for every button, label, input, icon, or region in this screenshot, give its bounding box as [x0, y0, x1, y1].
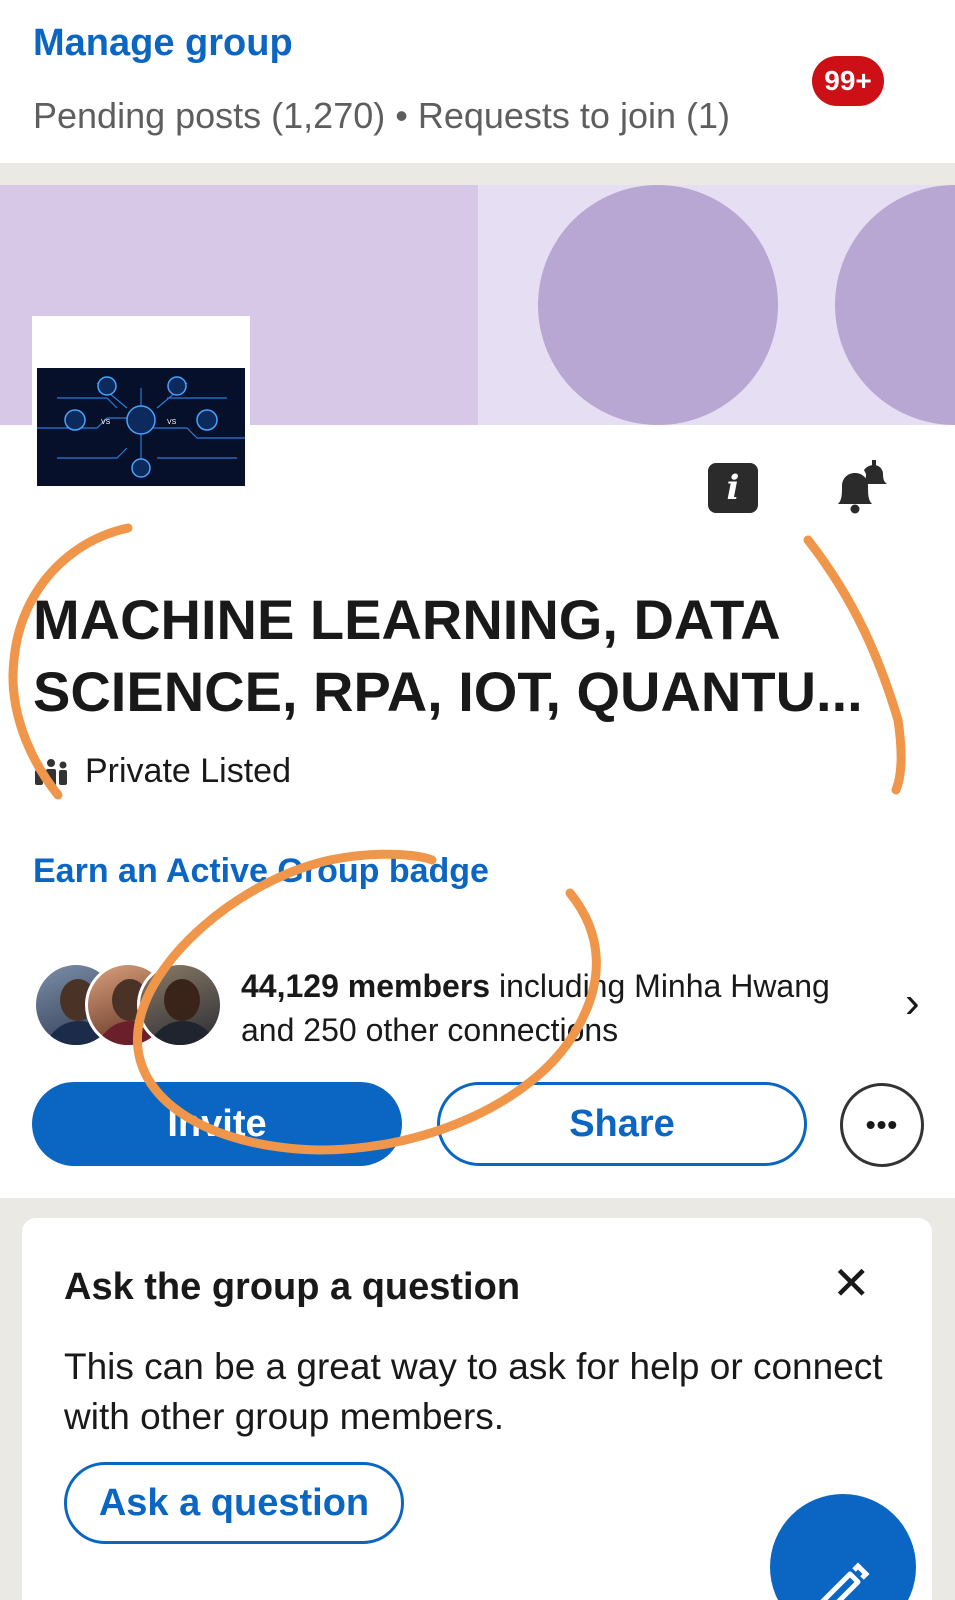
manage-group-bar[interactable]: Manage group Pending posts (1,270) • Req… — [0, 0, 955, 163]
share-button[interactable]: Share — [437, 1082, 807, 1166]
section-divider — [0, 163, 955, 185]
info-icon[interactable]: i — [708, 463, 758, 513]
privacy-label: Private Listed — [85, 752, 291, 790]
ask-question-button[interactable]: Ask a question — [64, 1462, 404, 1544]
group-title: MACHINE LEARNING, DATA SCIENCE, RPA, IOT… — [33, 588, 863, 723]
group-logo[interactable]: VS VS — [32, 316, 250, 488]
ai-ml-dl-circuit-logo-icon: VS VS — [37, 368, 245, 486]
card-title: Ask the group a question — [64, 1266, 521, 1308]
avatar — [137, 962, 223, 1048]
close-icon[interactable]: ✕ — [832, 1256, 871, 1310]
svg-text:VS: VS — [101, 419, 111, 426]
pencil-icon — [820, 1562, 870, 1600]
earn-active-group-badge-link[interactable]: Earn an Active Group badge — [33, 852, 489, 891]
members-count: 44,129 members — [241, 968, 491, 1004]
invite-button[interactable]: Invite — [32, 1082, 402, 1166]
group-people-icon — [35, 758, 67, 786]
manage-group-link[interactable]: Manage group — [33, 22, 293, 65]
notification-bell-icon[interactable] — [826, 456, 892, 522]
card-description: This can be a great way to ask for help … — [64, 1346, 883, 1437]
cover-shape-circle — [835, 185, 955, 425]
notification-count-badge: 99+ — [812, 56, 884, 106]
group-privacy: Private Listed — [33, 752, 291, 791]
cover-shape-circle — [538, 185, 778, 425]
svg-text:VS: VS — [167, 419, 177, 426]
more-options-button[interactable]: ••• — [840, 1083, 924, 1167]
pending-requests-summary[interactable]: Pending posts (1,270) • Requests to join… — [33, 95, 730, 137]
members-summary: 44,129 members including Minha Hwang and… — [241, 964, 841, 1052]
members-row[interactable]: 44,129 members including Minha Hwang and… — [33, 962, 923, 1052]
chevron-right-icon[interactable]: › — [905, 978, 920, 1028]
